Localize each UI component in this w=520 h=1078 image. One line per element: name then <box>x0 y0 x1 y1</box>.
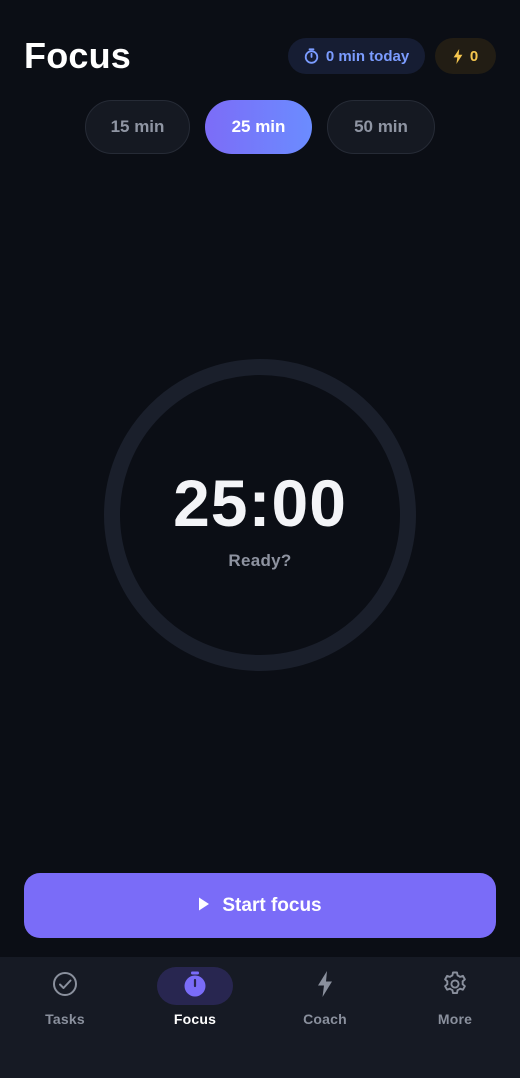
nav-label-more: More <box>437 1011 473 1027</box>
duration-option-50[interactable]: 50 min <box>327 100 435 154</box>
gear-icon <box>442 971 468 1002</box>
duration-option-25[interactable]: 25 min <box>205 100 312 154</box>
nav-focus-icon-box <box>157 967 233 1005</box>
stopwatch-icon <box>304 48 319 64</box>
nav-tasks-icon-box <box>27 967 103 1005</box>
nav-item-coach[interactable]: Coach <box>275 967 375 1039</box>
today-minutes-badge[interactable]: 0 min today <box>288 38 425 74</box>
nav-label-tasks: Tasks <box>45 1011 85 1027</box>
streak-count: 0 <box>469 47 479 65</box>
start-focus-button[interactable]: Start focus <box>24 873 496 938</box>
bottom-navigation: Tasks Focus Coach More <box>0 957 520 1078</box>
nav-coach-icon-box <box>287 967 363 1005</box>
nav-label-coach: Coach <box>303 1011 347 1027</box>
timer-status: Ready? <box>228 551 292 570</box>
check-circle-icon <box>52 971 78 1002</box>
bolt-icon <box>317 970 333 1002</box>
play-icon <box>198 895 210 917</box>
nav-item-more[interactable]: More <box>405 967 505 1039</box>
bolt-icon <box>453 48 463 64</box>
timer-ring: 25:00 Ready? <box>102 357 418 673</box>
nav-label-focus: Focus <box>173 1011 217 1027</box>
duration-selector: 15 min 25 min 50 min <box>0 100 520 155</box>
streak-badge[interactable]: 0 <box>435 38 496 74</box>
today-minutes-label: 0 min today <box>325 47 410 65</box>
duration-option-15[interactable]: 15 min <box>85 100 190 154</box>
timer-display: 25:00 <box>173 466 347 540</box>
nav-item-focus[interactable]: Focus <box>145 967 245 1039</box>
page-title: Focus <box>24 35 132 76</box>
timer-icon <box>183 971 207 1002</box>
nav-item-tasks[interactable]: Tasks <box>15 967 115 1039</box>
nav-more-icon-box <box>417 967 493 1005</box>
start-focus-label: Start focus <box>222 894 322 916</box>
focus-screen: Focus 0 min today 0 15 min 25 min 50 min <box>0 0 520 1078</box>
